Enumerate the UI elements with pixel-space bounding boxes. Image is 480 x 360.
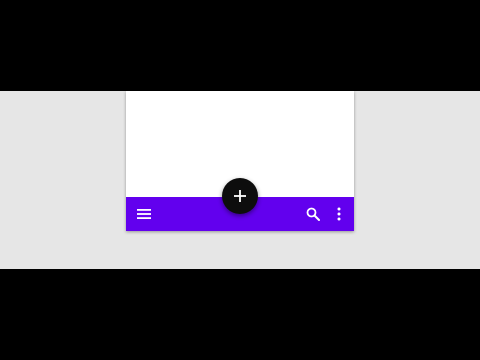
backdrop <box>0 91 480 269</box>
add-fab-button[interactable] <box>222 178 258 214</box>
add-icon <box>234 190 246 202</box>
menu-button[interactable] <box>132 197 156 231</box>
search-icon <box>306 207 320 221</box>
menu-icon <box>137 209 151 219</box>
app-screen <box>126 91 354 231</box>
more-options-button[interactable] <box>327 197 351 231</box>
search-button[interactable] <box>301 197 325 231</box>
letterbox-bottom <box>0 269 480 360</box>
letterbox-top <box>0 0 480 91</box>
more-vert-icon <box>337 207 341 221</box>
